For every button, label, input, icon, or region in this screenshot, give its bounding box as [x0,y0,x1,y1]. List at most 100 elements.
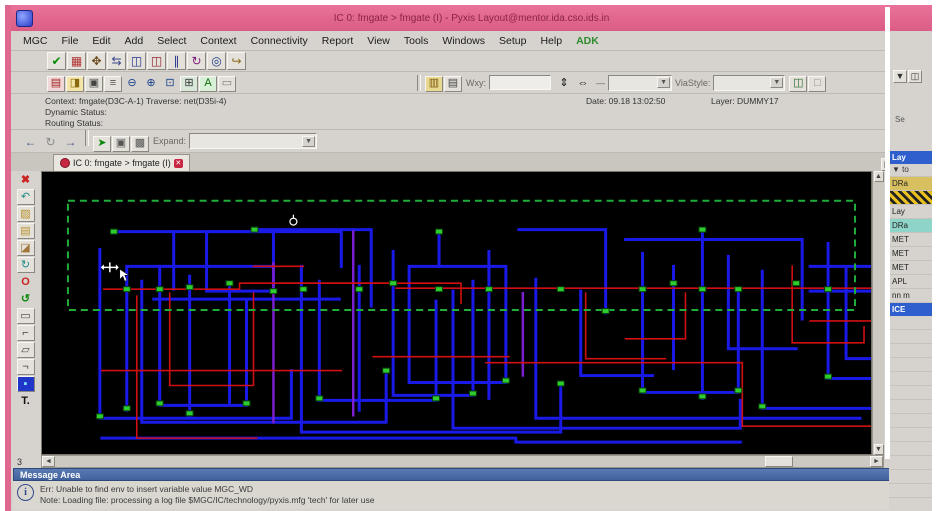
via-style-dropdown[interactable]: ▼ [713,74,786,91]
drag-move-icon[interactable]: ⇆ [107,52,126,70]
mirror-icon[interactable]: ∥ [167,52,186,70]
back-icon[interactable]: ← [21,133,40,151]
trace-width-icon[interactable]: ▥ [425,75,443,92]
layer-row-empty[interactable] [889,330,932,344]
layer-row-empty[interactable] [889,316,932,330]
tab-fmgate[interactable]: IC 0: fmgate > fmgate (I) ✕ [53,154,190,171]
zoom-selected-icon[interactable]: ◎ [207,52,226,70]
zoom-in-icon[interactable]: ⊕ [142,76,160,92]
menu-item-setup[interactable]: Setup [493,34,532,48]
palette-icon[interactable]: ◪ [16,240,35,256]
text-tool-icon[interactable]: T. [17,393,35,409]
stretch-vertical-icon[interactable]: ⇕ [555,76,573,92]
layer-row-empty[interactable] [889,386,932,400]
layer-row-empty[interactable] [889,484,932,498]
layer-row-empty[interactable] [889,414,932,428]
wxy-input[interactable] [489,75,551,90]
layer-row[interactable]: MET [889,247,932,261]
menu-item-mgc[interactable]: MGC [17,34,54,48]
menu-item-connectivity[interactable]: Connectivity [245,34,314,48]
menu-item-edit[interactable]: Edit [86,34,116,48]
open-cell-icon[interactable]: ◨ [66,75,84,92]
undo-icon[interactable]: ↶ [16,189,35,205]
edit-cell-icon[interactable]: ▣ [112,135,130,152]
scroll-left-icon[interactable]: ◄ [42,456,55,467]
layer-row-empty[interactable] [889,456,932,470]
drc-on-icon[interactable]: ↺ [17,291,35,307]
layer-row-empty[interactable] [889,470,932,484]
menu-item-report[interactable]: Report [316,34,360,48]
print-icon[interactable]: ≡ [104,75,122,92]
layer-row[interactable]: MET [889,233,932,247]
path-tool-icon[interactable]: ⌐ [16,325,35,341]
menu-item-context[interactable]: Context [194,34,242,48]
select-cursor-icon[interactable]: ➤ [93,135,111,152]
forward-icon[interactable]: → [61,133,80,151]
menu-item-view[interactable]: View [361,34,396,48]
layout-canvas[interactable] [41,171,872,455]
new-window-icon[interactable]: ◫ [789,75,808,92]
poly-tool-icon[interactable]: ▱ [16,342,35,358]
expand-dropdown[interactable]: ▼ [189,133,318,149]
menu-item-windows[interactable]: Windows [436,34,491,48]
save-cell-icon[interactable]: ▣ [85,75,103,92]
select-check-icon[interactable]: ✔ [47,52,66,70]
layer-row-empty[interactable] [889,428,932,442]
layer-row[interactable]: APL [889,275,932,289]
layer-row[interactable]: DRa [889,219,932,233]
layer-menu-icon[interactable]: ▼ [893,70,907,83]
layer-row[interactable]: nn m [889,289,932,303]
layer-row-empty[interactable] [889,358,932,372]
move-icon[interactable]: ✥ [87,52,106,70]
zoom-full-icon[interactable]: ⊡ [161,76,179,92]
ruler-icon[interactable]: ▤ [444,75,462,92]
drc-off-icon[interactable]: O [17,274,35,290]
v-scrollbar[interactable]: ▲ ▼ [872,171,884,455]
menu-item-add[interactable]: Add [119,34,150,48]
layers-filter[interactable]: ▼ to [889,164,932,177]
menu-item-adk[interactable]: ADK [570,34,605,48]
layer-row-empty[interactable] [889,372,932,386]
h-scroll-thumb[interactable] [765,456,794,467]
via-tool-icon[interactable]: ▪ [16,376,35,392]
layer-edit-icon[interactable]: ◫ [908,70,922,83]
layer-row[interactable] [889,191,932,205]
text-a-icon[interactable]: A [199,75,217,92]
scroll-down-icon[interactable]: ▼ [873,444,884,455]
paste-icon[interactable]: ◫ [147,52,166,70]
copy-icon[interactable]: ◫ [127,52,146,70]
layer-row-empty[interactable] [889,442,932,456]
layer-row-empty[interactable] [889,400,932,414]
layer-row[interactable]: Lay [889,205,932,219]
new-cell-icon[interactable]: ▤ [47,75,65,92]
rect-tool-icon[interactable]: ▭ [16,308,35,324]
blank-icon[interactable]: □ [808,75,827,92]
close-icon[interactable]: ✖ [17,172,35,188]
chevron-down-icon[interactable]: ▼ [302,135,316,147]
scroll-right-icon[interactable]: ► [870,456,883,467]
refresh-icon[interactable]: ↻ [41,133,60,151]
h-scrollbar[interactable]: ◄ ► [41,455,884,468]
layer-row[interactable]: DRa [889,177,932,191]
select-window-icon[interactable]: ▦ [67,52,86,70]
route-icon[interactable]: ↪ [227,52,246,70]
stretch-horizontal-icon[interactable]: ⇔ [574,76,592,92]
layer-row-empty[interactable] [889,498,932,511]
net-dropdown[interactable]: ▼ [608,74,672,91]
peek-icon[interactable]: ▩ [131,135,149,152]
close-tab-icon[interactable]: ✕ [173,158,183,168]
zoom-out-icon[interactable]: ⊖ [123,76,141,92]
menu-item-file[interactable]: File [56,34,85,48]
layer-row[interactable]: MET [889,261,932,275]
open-cell-icon[interactable]: ▨ [16,206,35,222]
chevron-down-icon[interactable]: ▼ [657,77,670,88]
pan-grid-icon[interactable]: ⊞ [180,75,198,92]
reload-icon[interactable]: ↻ [16,257,35,273]
chevron-down-icon[interactable]: ▼ [770,77,784,88]
corner-tool-icon[interactable]: ¬ [16,359,35,375]
layer-row-empty[interactable] [889,344,932,358]
save-cell-icon[interactable]: ▤ [16,223,35,239]
menu-item-tools[interactable]: Tools [398,34,435,48]
menu-item-help[interactable]: Help [534,34,568,48]
menu-item-select[interactable]: Select [151,34,192,48]
